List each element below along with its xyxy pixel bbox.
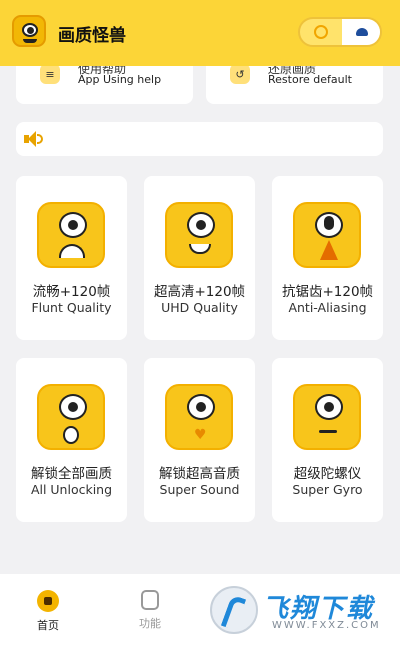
speaker-icon [24, 131, 44, 147]
feature-title: 超级陀螺仪 [293, 466, 362, 482]
monster-face-icon [37, 384, 105, 450]
app-title: 画质怪兽 [58, 26, 126, 46]
restore-card-subtitle: Restore default [268, 73, 352, 86]
feature-subtitle: Anti-Aliasing [288, 300, 367, 315]
feature-super-gyro[interactable]: 超级陀螺仪 Super Gyro [272, 358, 383, 522]
feature-all-unlocking[interactable]: 解锁全部画质 All Unlocking [16, 358, 127, 522]
notice-bar[interactable] [16, 122, 383, 156]
monster-face-icon [293, 384, 361, 450]
feature-super-sound[interactable]: ♥ 解锁超高音质 Super Sound [144, 358, 255, 522]
tab-functions-label: 功能 [139, 617, 161, 630]
feature-uhd[interactable]: 超高清+120帧 UHD Quality [144, 176, 255, 340]
monster-face-icon [293, 202, 361, 268]
feature-title: 超高清+120帧 [153, 284, 246, 300]
tab-home-label: 首页 [37, 619, 59, 632]
watermark-logo: 飞翔下载 WWW.FXXZ.COM [206, 584, 392, 634]
feature-subtitle: All Unlocking [30, 482, 113, 497]
feature-title: 流畅+120帧 [32, 284, 111, 300]
feature-title: 解锁全部画质 [31, 466, 112, 482]
moon-icon [356, 28, 368, 36]
theme-toggle[interactable] [298, 17, 382, 47]
watermark-icon [210, 586, 258, 634]
tab-functions[interactable]: 功能 [120, 590, 180, 631]
feature-anti-aliasing[interactable]: 抗锯齿+120帧 Anti-Aliasing [272, 176, 383, 340]
monster-face-icon [165, 202, 233, 268]
watermark-url: WWW.FXXZ.COM [272, 620, 381, 631]
top-bar: 画质怪兽 [0, 0, 400, 66]
help-card-subtitle: App Using help [78, 73, 162, 86]
restore-icon: ↺ [230, 64, 250, 84]
layers-icon: ≡ [40, 64, 60, 84]
functions-icon [141, 590, 159, 610]
monster-face-icon [37, 202, 105, 268]
feature-title: 解锁超高音质 [159, 466, 240, 482]
feature-fluent[interactable]: 流畅+120帧 Flunt Quality [16, 176, 127, 340]
feature-subtitle: UHD Quality [161, 300, 238, 315]
feature-subtitle: Flunt Quality [31, 300, 112, 315]
feature-title: 抗锯齿+120帧 [281, 284, 374, 300]
tab-home[interactable]: 首页 [18, 590, 78, 633]
feature-subtitle: Super Sound [159, 482, 240, 497]
sun-icon [314, 25, 328, 39]
home-icon [37, 590, 59, 612]
monster-face-icon: ♥ [165, 384, 233, 450]
app-logo-icon [12, 15, 46, 47]
feature-subtitle: Super Gyro [292, 482, 363, 497]
